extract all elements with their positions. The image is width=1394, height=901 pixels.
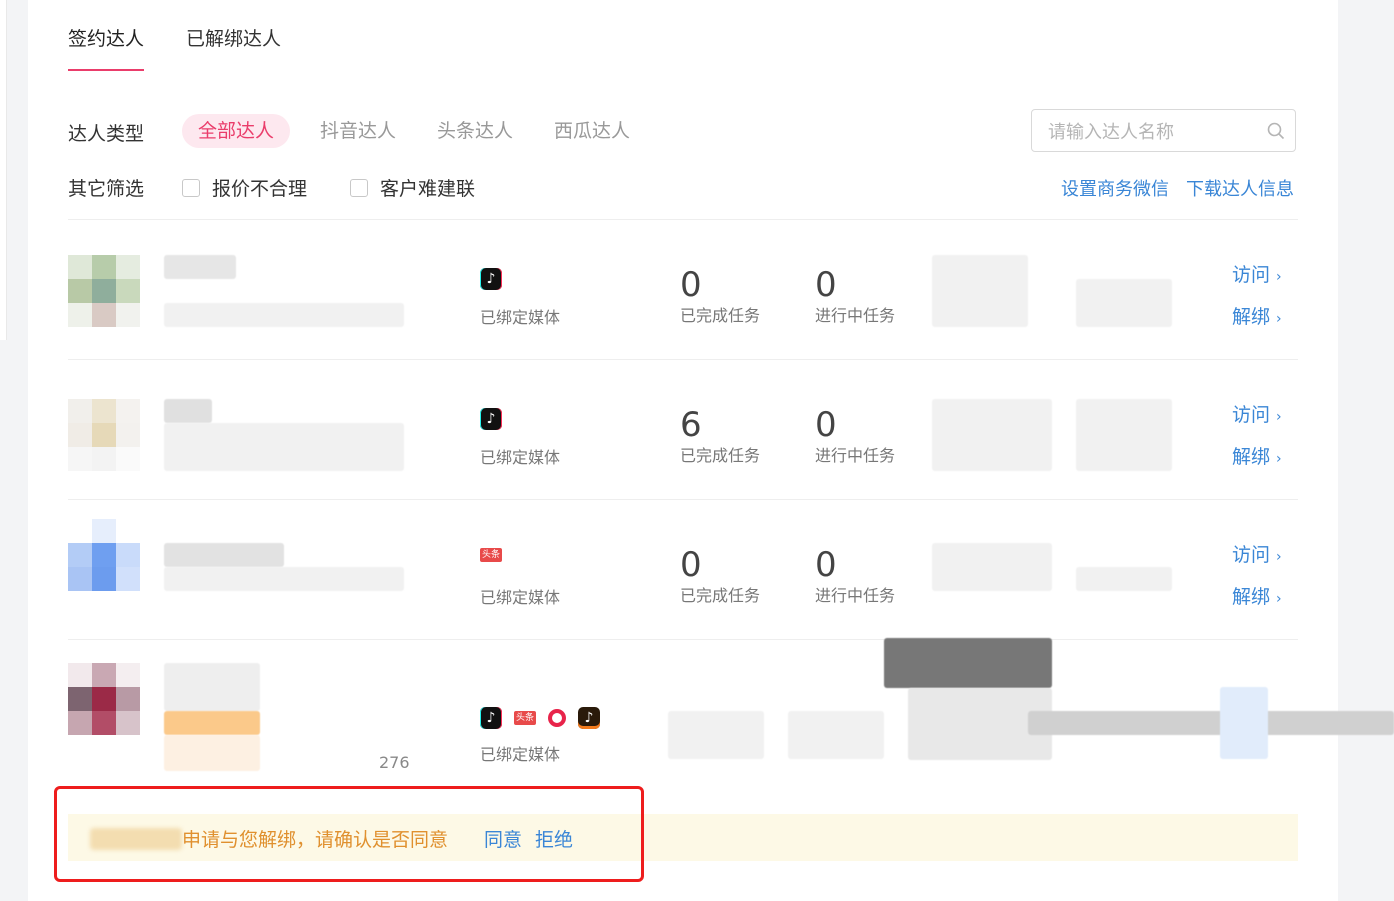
unbind-link[interactable]: 解绑 › — [1232, 442, 1282, 469]
bound-media-icons: ♪ 头条 ♪ — [480, 707, 600, 729]
checkbox-label: 报价不合理 — [212, 178, 308, 200]
other-filters-label: 其它筛选 — [68, 178, 145, 200]
ongoing-count: 0 — [815, 545, 837, 585]
talent-info-redacted — [164, 735, 260, 771]
talent-search-input[interactable] — [1046, 117, 1260, 147]
contact-info-redacted — [1076, 399, 1172, 471]
talent-row: ♪ 已绑定媒体 0 已完成任务 0 进行中任务 访问 › 解绑 › — [68, 220, 1298, 360]
checkbox-box[interactable] — [350, 178, 368, 197]
visit-link[interactable]: 访问 › — [1232, 400, 1282, 427]
visit-link[interactable]: 访问 › — [1232, 540, 1282, 567]
douyin-icon: ♪ — [480, 707, 502, 729]
toutiao-icon: 头条 — [514, 711, 536, 725]
bound-media-icons: 头条 — [480, 548, 502, 562]
douyin-icon: ♪ — [480, 268, 502, 290]
unbind-label: 解绑 — [1232, 306, 1271, 328]
talent-row: ♪ 已绑定媒体 6 已完成任务 0 进行中任务 访问 › 解绑 › — [68, 360, 1298, 500]
chevron-right-icon: › — [1276, 269, 1282, 285]
chevron-right-icon: › — [1276, 311, 1282, 327]
chevron-right-icon: › — [1276, 451, 1282, 467]
filter-toutiao-talents[interactable]: 头条达人 — [437, 114, 513, 148]
completed-label: 已完成任务 — [680, 586, 761, 605]
tab-unbound-talents[interactable]: 已解绑达人 — [186, 24, 281, 51]
chevron-right-icon: › — [1276, 549, 1282, 565]
unbind-link[interactable]: 解绑 › — [1232, 302, 1282, 329]
bound-media-icons: ♪ — [480, 268, 502, 290]
bound-media-label: 已绑定媒体 — [480, 308, 561, 327]
contact-info-redacted — [932, 255, 1028, 327]
visit-label: 访问 — [1232, 544, 1271, 566]
active-tab-indicator — [68, 69, 144, 71]
toutiao-icon: 头条 — [480, 548, 502, 562]
completed-count: 0 — [680, 545, 702, 585]
checkbox-unreasonable-quote[interactable]: 报价不合理 — [182, 174, 307, 201]
tab-signed-talents[interactable]: 签约达人 — [68, 24, 144, 51]
talent-management-card: 签约达人 已解绑达人 达人类型 全部达人 抖音达人 头条达人 西瓜达人 其它筛选… — [28, 0, 1394, 901]
filter-all-talents[interactable]: 全部达人 — [182, 114, 291, 148]
bound-media-label: 已绑定媒体 — [480, 745, 561, 764]
talent-info-redacted — [164, 303, 404, 327]
talent-info-redacted — [164, 423, 404, 471]
talent-row: 头条 已绑定媒体 0 已完成任务 0 进行中任务 访问 › 解绑 › — [68, 500, 1298, 640]
talent-name-redacted — [164, 663, 260, 711]
talent-info-redacted — [164, 567, 404, 591]
unbind-label: 解绑 — [1232, 586, 1271, 608]
bound-media-label: 已绑定媒体 — [480, 588, 561, 607]
talent-id-fragment: 276 — [379, 753, 410, 772]
actions-redacted — [1220, 687, 1268, 759]
talent-row: 276 ♪ 头条 ♪ 已绑定媒体 — [68, 638, 1394, 780]
chevron-right-icon: › — [1276, 409, 1282, 425]
completed-label: 已完成任务 — [680, 446, 761, 465]
contact-info-redacted — [884, 638, 1052, 688]
ongoing-count: 0 — [815, 405, 837, 445]
visit-link[interactable]: 访问 › — [1232, 260, 1282, 287]
left-panel-edge — [0, 0, 7, 340]
completed-label: 已完成任务 — [680, 306, 761, 325]
set-business-wechat-link[interactable]: 设置商务微信 — [1061, 175, 1169, 201]
contact-info-redacted — [1076, 567, 1172, 591]
talent-name-redacted — [164, 255, 236, 279]
highlight-annotation-box — [54, 786, 644, 882]
download-talent-info-link[interactable]: 下载达人信息 — [1186, 175, 1294, 201]
ongoing-label: 进行中任务 — [815, 306, 896, 325]
unbind-label: 解绑 — [1232, 446, 1271, 468]
contact-info-redacted — [1076, 279, 1172, 327]
completed-count: 6 — [680, 405, 702, 445]
stats-redacted — [668, 711, 764, 759]
unbind-link[interactable]: 解绑 › — [1232, 582, 1282, 609]
contact-info-redacted — [932, 399, 1052, 471]
completed-count: 0 — [680, 265, 702, 305]
search-icon[interactable] — [1267, 122, 1285, 140]
visit-label: 访问 — [1232, 264, 1271, 286]
talent-search-box[interactable] — [1031, 109, 1296, 152]
talent-tag-redacted — [164, 711, 260, 735]
bound-media-icons: ♪ — [480, 408, 502, 430]
ongoing-label: 进行中任务 — [815, 446, 896, 465]
checkbox-label: 客户难建联 — [380, 178, 476, 200]
checkbox-hard-to-contact[interactable]: 客户难建联 — [350, 174, 475, 201]
douyin-huoshan-icon: ♪ — [578, 707, 600, 729]
talent-name-redacted — [164, 399, 212, 423]
filter-douyin-talents[interactable]: 抖音达人 — [320, 114, 396, 148]
filter-xigua-talents[interactable]: 西瓜达人 — [554, 114, 630, 148]
actions-redacted — [1028, 711, 1394, 735]
talent-type-label: 达人类型 — [68, 123, 145, 145]
contact-info-redacted — [932, 543, 1052, 591]
xigua-icon — [548, 709, 566, 727]
visit-label: 访问 — [1232, 404, 1271, 426]
stats-redacted — [788, 711, 884, 759]
douyin-icon: ♪ — [480, 408, 502, 430]
ongoing-label: 进行中任务 — [815, 586, 896, 605]
checkbox-box[interactable] — [182, 178, 200, 197]
chevron-right-icon: › — [1276, 591, 1282, 607]
talent-name-redacted — [164, 543, 284, 567]
ongoing-count: 0 — [815, 265, 837, 305]
bound-media-label: 已绑定媒体 — [480, 448, 561, 467]
